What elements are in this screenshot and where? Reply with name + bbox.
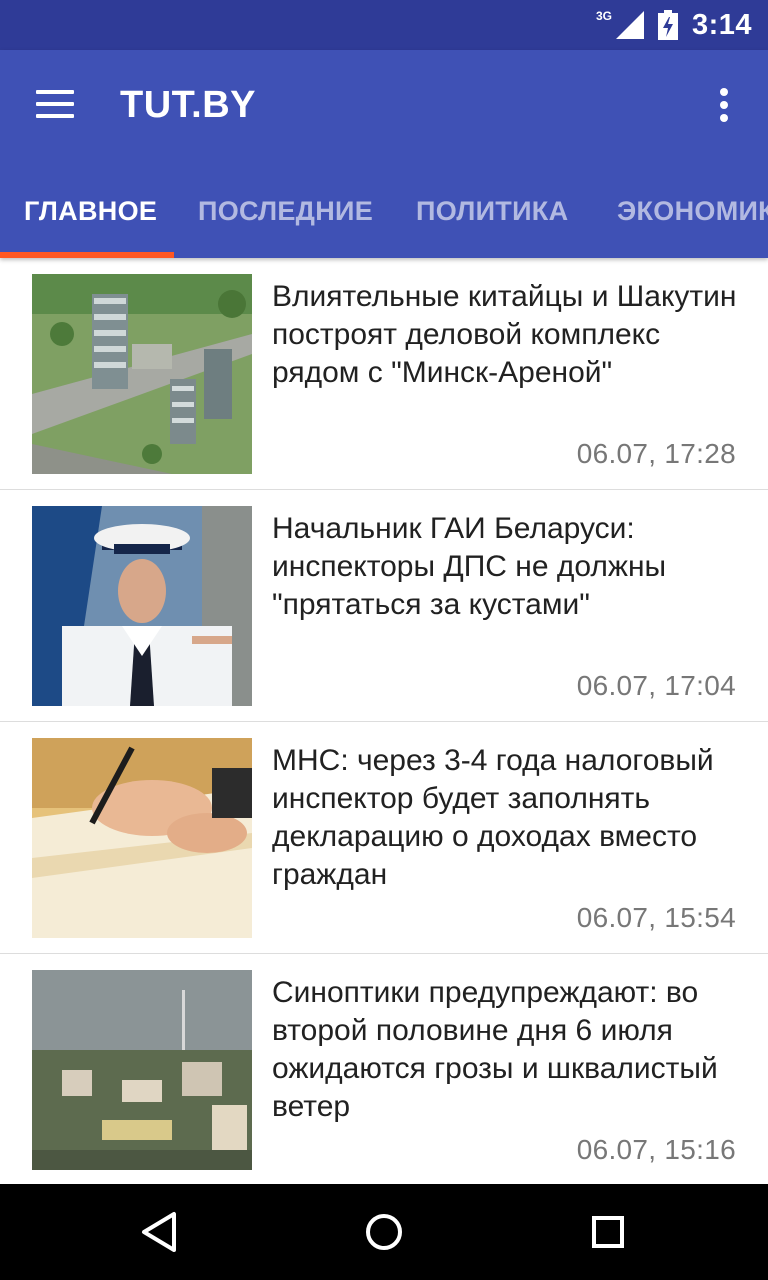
news-timestamp: 06.07, 15:54 [576,902,736,933]
more-options-icon[interactable] [712,88,736,128]
news-thumbnail [32,738,252,938]
signal-icon [615,11,644,39]
news-item[interactable]: Синоптики предупреждают: во второй полов… [0,954,768,1184]
tab-politics[interactable]: ПОЛИТИКА [416,172,568,258]
news-item[interactable]: Начальник ГАИ Беларуси: инспекторы ДПС н… [0,490,768,722]
news-thumbnail [32,970,252,1170]
clock: 3:14 [691,8,752,41]
news-timestamp: 06.07, 15:16 [576,1134,736,1165]
app-bar: TUT.BY ГЛАВНОЕ ПОСЛЕДНИЕ ПОЛИТИКА ЭКОНОМ… [0,50,768,258]
news-headline: Синоптики предупреждают: во второй полов… [272,976,718,1123]
news-headline: Влиятельные китайцы и Шакутин построят д… [272,280,737,389]
news-thumbnail [32,506,252,706]
tab-economy[interactable]: ЭКОНОМИКА [617,172,768,258]
news-item[interactable]: МНС: через 3-4 года налоговый инспектор … [0,722,768,954]
news-item[interactable]: Влиятельные китайцы и Шакутин построят д… [0,258,768,490]
news-thumbnail [32,274,252,474]
menu-icon[interactable] [36,90,76,124]
news-timestamp: 06.07, 17:28 [576,438,736,469]
back-icon[interactable] [136,1208,184,1256]
battery-charging-icon [657,10,678,40]
news-list: Влиятельные китайцы и Шакутин построят д… [0,258,768,1184]
tab-main[interactable]: ГЛАВНОЕ [24,172,157,258]
home-icon[interactable] [360,1208,408,1256]
navigation-bar [0,1184,768,1280]
tab-bar: ГЛАВНОЕ ПОСЛЕДНИЕ ПОЛИТИКА ЭКОНОМИКА [0,172,768,258]
app-title: TUT.BY [120,84,256,126]
network-type: 3G [595,9,612,23]
news-headline: МНС: через 3-4 года налоговый инспектор … [272,744,714,891]
status-bar: 3G 3:14 [0,0,768,50]
news-timestamp: 06.07, 17:04 [576,670,736,701]
recents-icon[interactable] [584,1208,632,1256]
news-headline: Начальник ГАИ Беларуси: инспекторы ДПС н… [272,512,667,621]
tab-latest[interactable]: ПОСЛЕДНИЕ [198,172,373,258]
